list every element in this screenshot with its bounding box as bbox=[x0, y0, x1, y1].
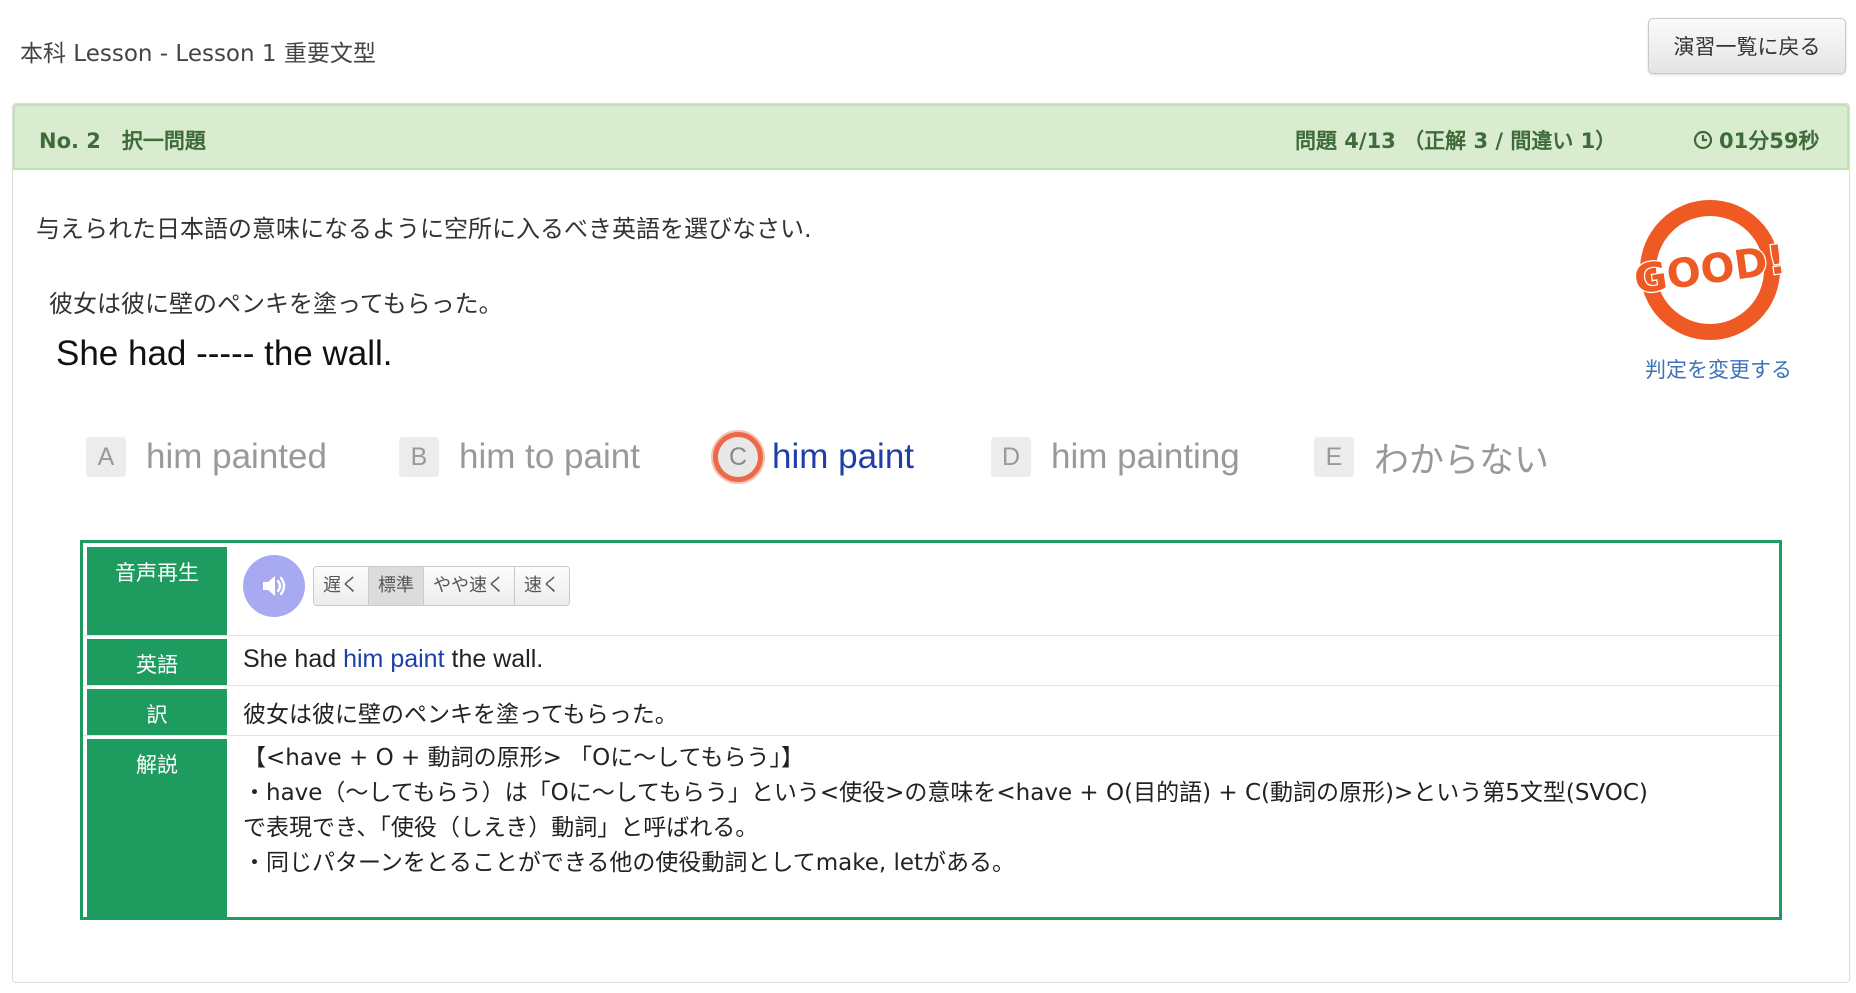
translation-row: 訳 彼女は彼に壁のペンキを塗ってもらった。 bbox=[83, 685, 1779, 736]
change-judgement-link[interactable]: 判定を変更する bbox=[1645, 354, 1792, 384]
explanation-text: 【<have + O + 動詞の原形> 「Oに～してもらう」】 ・have（～し… bbox=[243, 741, 1767, 917]
explanation-row: 解説 【<have + O + 動詞の原形> 「Oに～してもらう」】 ・have… bbox=[83, 735, 1779, 917]
english-label: 英語 bbox=[87, 639, 227, 685]
english-answer-start: She had bbox=[243, 645, 344, 673]
playback-speed-group: 遅く 標準 やや速く 速く bbox=[313, 566, 570, 606]
progress-status: 問題 4/13 （正解 3 / 間違い 1） bbox=[1295, 129, 1617, 153]
english-answer: She had him paint the wall. bbox=[243, 645, 1767, 685]
instruction-text: 与えられた日本語の意味になるように空所に入るべき英語を選びなさい. bbox=[36, 215, 812, 243]
timer: 01分59秒 bbox=[1693, 125, 1819, 155]
choice-text: わからない bbox=[1374, 440, 1550, 480]
breadcrumb: 本科 Lesson - Lesson 1 重要文型 bbox=[20, 41, 376, 67]
explanation-line: 【<have + O + 動詞の原形> 「Oに～してもらう」】 bbox=[243, 745, 804, 771]
play-audio-button[interactable] bbox=[243, 555, 305, 617]
choice-text: him painting bbox=[1051, 437, 1240, 476]
clock-icon bbox=[1693, 130, 1713, 150]
timer-value: 01分59秒 bbox=[1719, 129, 1820, 153]
choice-letter: B bbox=[399, 437, 439, 477]
audio-row: 音声再生 遅く 標準 やや速く 速く bbox=[83, 543, 1779, 636]
choice-text: him to paint bbox=[459, 437, 640, 476]
question-number: No. 2 択一問題 bbox=[39, 129, 206, 153]
english-sentence: She had ----- the wall. bbox=[56, 334, 393, 373]
explanation-line: ・同じパターンをとることができる他の使役動詞としてmake, letがある。 bbox=[243, 850, 1016, 876]
question-header: No. 2 択一問題 問題 4/13 （正解 3 / 間違い 1） 01分59秒 bbox=[13, 104, 1849, 170]
speed-slow-button[interactable]: 遅く bbox=[314, 567, 369, 605]
answer-detail-table: 音声再生 遅く 標準 やや速く 速く 英語 She had him paint … bbox=[80, 540, 1782, 920]
translation-text: 彼女は彼に壁のペンキを塗ってもらった。 bbox=[243, 702, 678, 728]
back-to-list-button[interactable]: 演習一覧に戻る bbox=[1648, 18, 1846, 74]
translation-label: 訳 bbox=[87, 689, 227, 735]
japanese-sentence: 彼女は彼に壁のペンキを塗ってもらった。 bbox=[49, 290, 503, 318]
choice-letter: E bbox=[1314, 437, 1354, 477]
choice-c[interactable]: C him paint bbox=[718, 432, 914, 482]
speed-fast-button[interactable]: 速く bbox=[515, 567, 569, 605]
choice-letter: C bbox=[718, 437, 758, 477]
explanation-line: で表現でき、「使役（しえき）動詞」と呼ばれる。 bbox=[243, 815, 759, 841]
choice-letter: D bbox=[991, 437, 1031, 477]
speaker-icon bbox=[263, 576, 286, 596]
explanation-label: 解説 bbox=[87, 739, 227, 917]
speed-slightly-fast-button[interactable]: やや速く bbox=[424, 567, 515, 605]
speed-normal-button[interactable]: 標準 bbox=[369, 567, 424, 605]
choice-b[interactable]: B him to paint bbox=[399, 432, 640, 482]
explanation-line: ・have（～してもらう）は「Oに～してもらう」という<使役>の意味を<have… bbox=[243, 780, 1648, 806]
english-row: 英語 She had him paint the wall. bbox=[83, 635, 1779, 686]
choice-letter: A bbox=[86, 437, 126, 477]
english-answer-end: the wall. bbox=[444, 645, 544, 673]
choice-e[interactable]: E わからない bbox=[1314, 432, 1549, 482]
english-answer-highlight: him paint bbox=[343, 645, 445, 673]
choice-text: him paint bbox=[772, 437, 915, 476]
choice-text: him painted bbox=[146, 437, 327, 476]
audio-label: 音声再生 bbox=[87, 547, 227, 635]
choice-d[interactable]: D him painting bbox=[991, 432, 1240, 482]
good-stamp-icon: GOOD! bbox=[1630, 200, 1790, 340]
choice-a[interactable]: A him painted bbox=[86, 432, 327, 482]
